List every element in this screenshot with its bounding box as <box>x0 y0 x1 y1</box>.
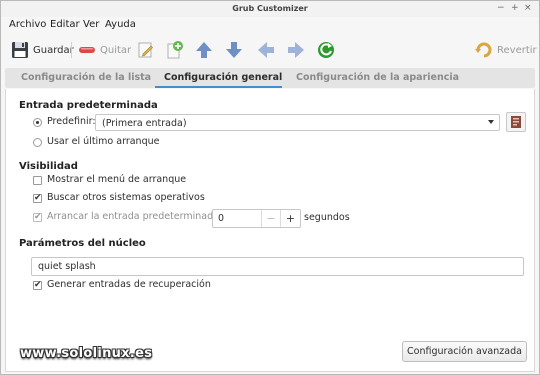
menu-ver[interactable]: Ver <box>83 19 99 30</box>
toolbar: Guardar Quitar Revertir <box>1 34 539 66</box>
revert-button[interactable]: Revertir <box>475 38 537 62</box>
tab-appearance-config[interactable]: Configuración de la apariencia <box>296 72 459 83</box>
menu-archivo[interactable]: Archivo <box>9 19 46 30</box>
active-tab-indicator <box>155 86 282 88</box>
move-up-icon <box>196 42 212 58</box>
close-button[interactable]: × <box>524 3 532 13</box>
move-right-button[interactable] <box>286 38 306 62</box>
recovery-checkbox[interactable]: ✔ <box>33 281 42 290</box>
predefine-dropdown[interactable]: (Primera entrada) <box>95 114 500 131</box>
menu-editar[interactable]: Editar <box>50 19 80 30</box>
entry-editor-button[interactable] <box>506 112 526 132</box>
edit-icon <box>138 42 153 58</box>
title-bar: Grub Customizer − + × <box>1 1 539 17</box>
maximize-button[interactable]: + <box>511 3 519 13</box>
menu-bar: Archivo Editar Ver Ayuda <box>1 17 539 34</box>
menu-ayuda[interactable]: Ayuda <box>105 19 136 30</box>
predefine-label: Predefinir: <box>47 116 96 127</box>
show-menu-label: Mostrar el menú de arranque <box>47 174 187 185</box>
entry-settings-icon <box>511 116 521 128</box>
move-right-icon <box>288 42 304 58</box>
last-boot-label: Usar el último arranque <box>47 136 160 147</box>
default-entry-heading: Entrada predeterminada <box>19 100 158 111</box>
tab-bar: Configuración de la lista Configuración … <box>5 68 535 88</box>
general-settings-panel: Entrada predeterminada Predefinir: (Prim… <box>5 89 535 372</box>
move-left-button[interactable] <box>256 38 276 62</box>
save-label: Guardar <box>33 44 74 56</box>
remove-button[interactable]: Quitar <box>78 38 131 62</box>
timeout-value: 0 <box>218 213 225 224</box>
advanced-settings-button[interactable]: Configuración avanzada <box>402 341 527 362</box>
boot-default-checkbox[interactable]: ✔ <box>33 213 42 222</box>
toolbar-separator <box>71 42 72 58</box>
move-up-button[interactable] <box>194 38 214 62</box>
show-menu-checkbox[interactable] <box>33 176 42 185</box>
timeout-decrement-button[interactable]: − <box>261 210 280 227</box>
kernel-params-input[interactable]: quiet splash <box>31 257 524 276</box>
timeout-increment-button[interactable]: + <box>280 210 300 227</box>
add-icon <box>167 41 183 59</box>
refresh-icon <box>318 42 334 58</box>
remove-icon <box>79 47 95 53</box>
search-os-checkbox[interactable]: ✔ <box>33 194 42 203</box>
save-button[interactable]: Guardar <box>11 38 74 62</box>
last-boot-radio[interactable] <box>33 138 42 147</box>
minimize-button[interactable]: − <box>497 3 505 13</box>
watermark-logo: www.sololinux.es <box>20 346 153 361</box>
timeout-spinner[interactable]: 0 − + <box>212 209 301 228</box>
boot-default-label: Arrancar la entrada predeterminada en <box>47 211 234 222</box>
tab-list-config[interactable]: Configuración de la lista <box>21 72 151 83</box>
move-left-icon <box>258 42 274 58</box>
add-button[interactable] <box>165 38 185 62</box>
revert-icon <box>475 42 492 58</box>
search-os-label: Buscar otros sistemas operativos <box>47 192 205 203</box>
edit-button[interactable] <box>137 38 155 62</box>
visibility-heading: Visibilidad <box>19 161 78 172</box>
revert-label: Revertir <box>497 44 537 56</box>
save-icon <box>12 42 28 58</box>
remove-label: Quitar <box>100 44 132 56</box>
move-down-icon <box>226 42 242 58</box>
chevron-down-icon <box>488 120 494 124</box>
kernel-params-value: quiet splash <box>38 261 96 272</box>
predefine-value: (Primera entrada) <box>102 118 187 129</box>
recovery-label: Generar entradas de recuperación <box>47 279 211 290</box>
main-window: Grub Customizer − + × Archivo Editar Ver… <box>0 0 540 375</box>
tab-general-config[interactable]: Configuración general <box>164 72 282 83</box>
timeout-unit-label: segundos <box>304 212 350 223</box>
refresh-button[interactable] <box>316 38 336 62</box>
kernel-params-heading: Parámetros del núcleo <box>19 238 146 249</box>
window-title: Grub Customizer <box>232 4 308 13</box>
move-down-button[interactable] <box>224 38 244 62</box>
predefine-radio[interactable] <box>33 118 42 127</box>
